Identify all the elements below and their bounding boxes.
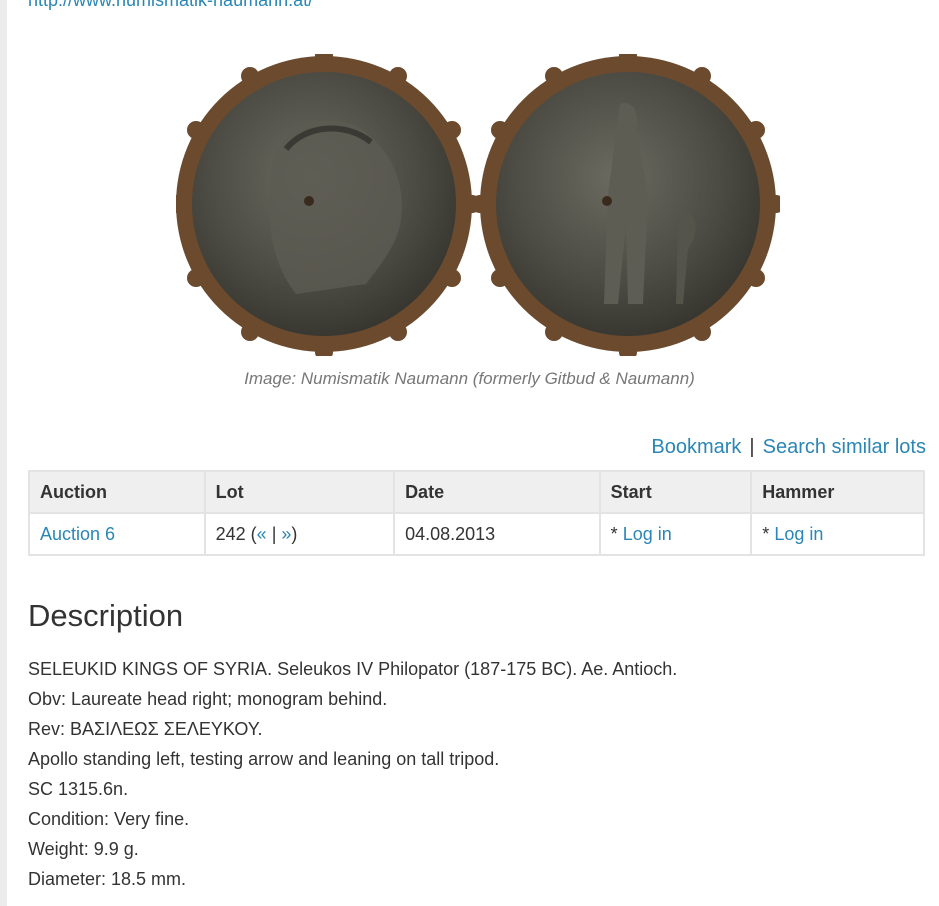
- coin-obverse: [176, 54, 481, 356]
- auction-link[interactable]: Auction 6: [40, 524, 115, 544]
- table-header-row: Auction Lot Date Start Hammer: [28, 470, 925, 514]
- hammer-login-link[interactable]: Log in: [774, 524, 823, 544]
- lot-open-paren: (: [245, 523, 257, 544]
- cell-lot: 242 (« | »): [203, 512, 396, 556]
- lot-table: Auction Lot Date Start Hammer Auction 6 …: [28, 470, 925, 556]
- left-scroll-gutter: [0, 0, 7, 906]
- bookmark-link[interactable]: Bookmark: [651, 436, 741, 458]
- description-line: Apollo standing left, testing arrow and …: [28, 749, 500, 769]
- lot-number: 242: [215, 523, 246, 544]
- next-lot-link[interactable]: »: [281, 524, 291, 544]
- lot-nav-separator: |: [266, 523, 282, 544]
- description-line: SELEUKID KINGS OF SYRIA. Seleukos IV Phi…: [28, 659, 678, 679]
- start-asterisk: *: [610, 523, 623, 544]
- previous-lot-link[interactable]: «: [257, 524, 267, 544]
- description-body: SELEUKID KINGS OF SYRIA. Seleukos IV Phi…: [28, 654, 677, 894]
- header-start: Start: [598, 470, 753, 514]
- coin-reverse: [471, 54, 780, 356]
- lot-close-paren: ): [291, 523, 298, 544]
- description-line: Diameter: 18.5 mm.: [28, 869, 187, 889]
- image-caption: Image: Numismatik Naumann (formerly Gitb…: [244, 369, 695, 388]
- coin-image: [176, 54, 780, 356]
- table-row: Auction 6 242 (« | ») 04.08.2013 * Log i…: [28, 512, 925, 556]
- source-website-link[interactable]: http://www.numismatik-naumann.at/: [28, 0, 313, 11]
- search-similar-lots-link[interactable]: Search similar lots: [763, 436, 926, 458]
- header-lot: Lot: [203, 470, 396, 514]
- lot-actions: Bookmark | Search similar lots: [651, 436, 926, 459]
- start-login-link[interactable]: Log in: [623, 524, 672, 544]
- description-line: Condition: Very fine.: [28, 809, 190, 829]
- hammer-asterisk: *: [762, 523, 775, 544]
- description-line: Weight: 9.9 g.: [28, 839, 139, 859]
- cell-start: * Log in: [598, 512, 753, 556]
- description-line: Obv: Laureate head right; monogram behin…: [28, 689, 388, 709]
- description-line: SC 1315.6n.: [28, 779, 129, 799]
- cell-hammer: * Log in: [750, 512, 925, 556]
- actions-separator: |: [749, 436, 755, 458]
- header-auction: Auction: [28, 470, 206, 514]
- description-heading: Description: [28, 598, 184, 633]
- cell-auction: Auction 6: [28, 512, 206, 556]
- description-line: Rev: ΒΑΣΙΛΕΩΣ ΣΕΛΕΥΚΟΥ.: [28, 719, 263, 739]
- header-hammer: Hammer: [750, 470, 925, 514]
- cell-date: 04.08.2013: [393, 512, 601, 556]
- header-date: Date: [393, 470, 601, 514]
